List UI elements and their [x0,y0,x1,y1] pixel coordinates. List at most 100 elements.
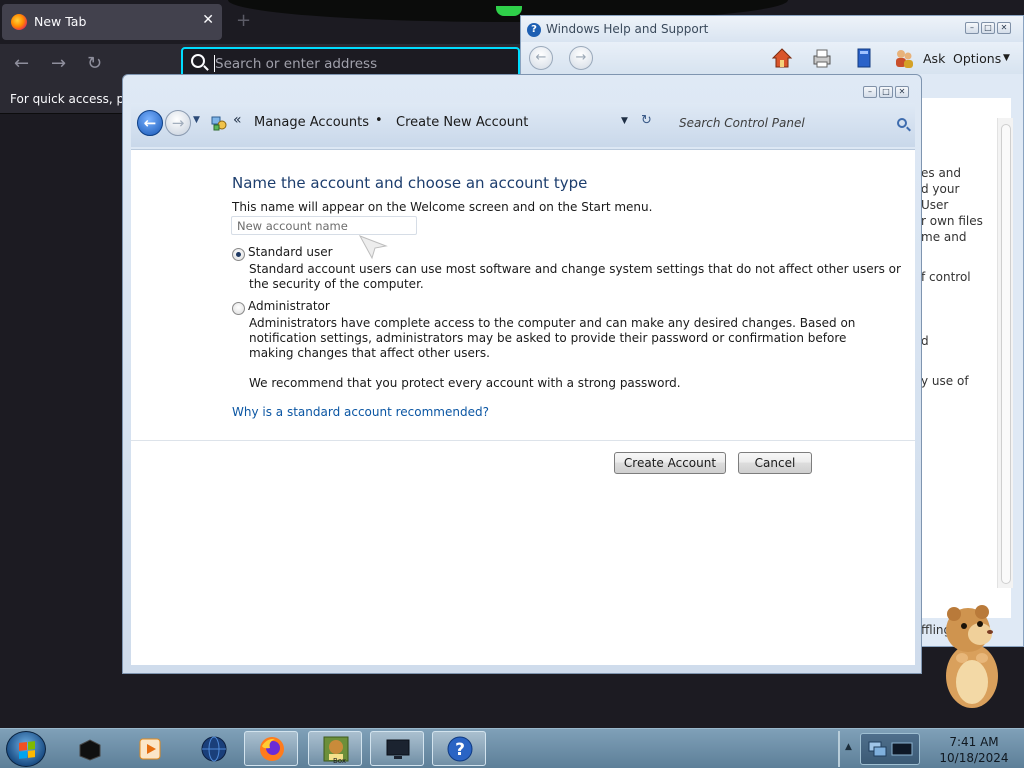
help-scrollbar[interactable] [997,118,1013,588]
help-text-fragment: y use of [921,374,969,388]
help-title-bar[interactable]: ? Windows Help and Support – □ ✕ [521,16,1023,42]
taskbar-explorer-button[interactable] [370,731,424,766]
firefox-icon [11,14,27,30]
taskbar-help-button[interactable]: ? [432,731,486,766]
search-icon [191,54,205,68]
search-icon[interactable] [897,118,907,128]
help-text-fragment: d [921,334,929,348]
firefox-icon [260,737,284,761]
taskbar: Box ? ▲ 7:41 AM 10/18/2024 [0,728,1024,768]
taskbar-box-game-button[interactable]: Box [308,731,362,766]
taskbar-firefox-button[interactable] [244,731,298,766]
close-icon[interactable]: ✕ [997,22,1011,34]
media-box-icon [79,739,101,761]
taskbar-media-player-button[interactable] [122,731,176,766]
address-dropdown-icon[interactable]: ▼ [621,116,628,126]
breadcrumb-create-new-account[interactable]: Create New Account [396,115,528,130]
account-name-input[interactable] [231,216,417,235]
minimize-icon[interactable]: – [863,86,877,98]
control-panel-address-bar: ← → ▼ « Manage Accounts • Create New Acc… [131,103,915,147]
network-icon[interactable] [867,740,887,758]
clock-time[interactable]: 7:41 AM [934,735,1014,749]
new-tab-button[interactable]: + [236,10,251,31]
close-icon[interactable]: ✕ [895,86,909,98]
help-text-fragment: User [921,198,949,212]
standard-user-description: Standard account users can use most soft… [249,262,901,276]
help-question-icon: ? [527,23,541,37]
back-arrow-icon[interactable]: ← [14,54,29,74]
gadget-indicator-light [496,6,522,16]
show-hidden-icons-arrow[interactable]: ▲ [845,742,852,752]
maximize-icon[interactable]: □ [981,22,995,34]
help-text-fragment: r own files [921,214,983,228]
control-panel-icon [211,116,227,131]
breadcrumb-overflow-icon[interactable]: « [233,112,242,128]
administrator-description: Administrators have complete access to t… [249,316,856,330]
administrator-label[interactable]: Administrator [248,299,330,313]
windows-logo-icon [19,741,35,759]
mouse-cursor-icon [358,235,388,260]
standard-user-radio[interactable] [232,248,245,261]
divider [131,440,915,441]
help-text-fragment: es and [921,166,962,180]
globe-icon [201,736,227,762]
home-icon[interactable] [771,47,793,69]
back-button[interactable]: ← [137,110,163,136]
hamster-mascot-image [946,605,998,708]
start-button[interactable] [6,731,46,767]
search-control-panel-input[interactable]: Search Control Panel [671,108,915,140]
scrollbar-thumb[interactable] [1001,124,1011,584]
firefox-tab-new-tab[interactable]: New Tab ✕ [2,4,222,40]
help-toolbar: ← → Ask Options ▼ [521,42,1023,74]
forward-button[interactable]: → [165,110,191,136]
options-button[interactable]: Options [953,51,1001,66]
help-text-fragment: f control [921,270,971,284]
ask-button[interactable]: Ask [923,51,945,66]
address-placeholder: Search or enter address [215,56,378,72]
help-text-fragment: me and [921,230,967,244]
box-game-label: Box [333,757,347,765]
bookmarks-bar: For quick access, plac [0,86,141,114]
display-icon[interactable] [891,742,913,758]
help-text-fragment: d your [921,182,960,196]
close-tab-icon[interactable]: ✕ [202,12,214,28]
minimize-icon[interactable]: – [965,22,979,34]
monitor-icon [386,739,410,759]
print-icon[interactable] [811,47,833,69]
clock-date[interactable]: 10/18/2024 [934,751,1014,765]
standard-user-label[interactable]: Standard user [248,245,333,259]
standard-user-description: the security of the computer. [249,277,424,291]
media-player-icon [139,738,161,760]
create-account-window: – □ ✕ ← → ▼ « Manage Accounts • Create N… [122,74,922,674]
browse-help-icon[interactable] [853,47,875,69]
taskbar-globe-button[interactable] [186,731,240,766]
why-standard-account-link[interactable]: Why is a standard account recommended? [232,405,489,419]
forward-arrow-icon[interactable]: → [51,54,66,74]
search-placeholder: Search Control Panel [679,116,805,130]
refresh-icon[interactable]: ↻ [641,113,652,128]
name-instructions: This name will appear on the Welcome scr… [232,200,653,214]
administrator-description: notification settings, administrators ma… [249,331,847,345]
administrator-description: making changes that affect other users. [249,346,490,360]
help-forward-button[interactable]: → [569,46,593,70]
help-back-button[interactable]: ← [529,46,553,70]
password-recommendation: We recommend that you protect every acco… [249,376,681,390]
help-icon: ? [447,736,473,762]
svg-text:?: ? [455,740,465,760]
create-account-panel: Name the account and choose an account t… [131,149,915,665]
options-dropdown-icon[interactable]: ▼ [1003,53,1010,63]
create-account-button[interactable]: Create Account [614,452,726,474]
administrator-radio[interactable] [232,302,245,315]
firefox-tab-title: New Tab [34,14,87,29]
recent-pages-dropdown-icon[interactable]: ▼ [193,115,200,125]
help-window-title: Windows Help and Support [546,22,709,36]
page-title: Name the account and choose an account t… [232,174,588,192]
notification-area[interactable] [860,733,920,765]
maximize-icon[interactable]: □ [879,86,893,98]
breadcrumb-manage-accounts[interactable]: Manage Accounts [254,115,369,130]
cancel-button[interactable]: Cancel [738,452,812,474]
ask-people-icon[interactable] [893,47,915,69]
breadcrumb-separator[interactable]: • [375,113,383,128]
reload-icon[interactable]: ↻ [87,54,102,74]
taskbar-media-center-button[interactable] [62,731,116,766]
